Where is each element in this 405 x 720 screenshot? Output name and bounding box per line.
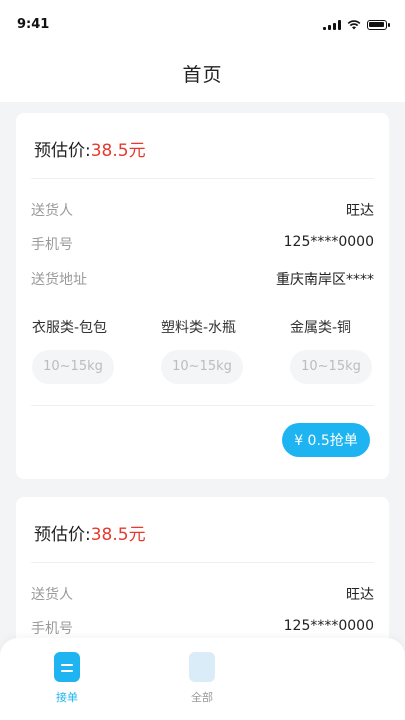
tab-receive-orders[interactable]: 接单 bbox=[27, 652, 107, 705]
tab-label: 全部 bbox=[191, 691, 213, 704]
tab-label: 接单 bbox=[56, 691, 78, 704]
nav-header: 首页 bbox=[0, 44, 405, 102]
category-weight: 10~15kg bbox=[32, 350, 114, 384]
category-item: 塑料类-水瓶 10~15kg bbox=[161, 317, 261, 384]
estimated-price: 预估价:38.5元 bbox=[34, 520, 146, 545]
price-label: 预估价: bbox=[34, 141, 91, 161]
battery-icon bbox=[367, 20, 390, 30]
sender-label: 送货人 bbox=[31, 587, 73, 603]
divider bbox=[31, 405, 374, 406]
phone-value: 125****0000 bbox=[283, 234, 374, 250]
status-bar: 9:41 bbox=[0, 0, 405, 44]
sender-value: 旺达 bbox=[346, 203, 374, 219]
tab-bar: 接单 全部 bbox=[0, 638, 405, 720]
signal-icon bbox=[323, 20, 341, 30]
category-item: 金属类-铜 10~15kg bbox=[290, 317, 390, 384]
category-name: 金属类-铜 bbox=[290, 320, 352, 336]
page-title: 首页 bbox=[182, 63, 223, 86]
clipboard-icon bbox=[54, 652, 80, 682]
phone-label: 手机号 bbox=[31, 621, 73, 637]
list-icon bbox=[189, 652, 215, 682]
status-icons bbox=[323, 20, 390, 30]
phone-row: 手机号 125****0000 bbox=[31, 234, 374, 254]
category-item: 衣服类-包包 10~15kg bbox=[32, 317, 132, 384]
category-name: 塑料类-水瓶 bbox=[161, 320, 237, 336]
grab-order-button[interactable]: ¥ 0.5抢单 bbox=[282, 423, 370, 457]
price-value: 38.5元 bbox=[90, 525, 146, 545]
category-weight: 10~15kg bbox=[161, 350, 243, 384]
address-label: 送货地址 bbox=[31, 272, 87, 288]
order-card[interactable]: 预估价:38.5元 送货人 旺达 手机号 125****0000 送货地址 重庆… bbox=[16, 113, 389, 479]
divider bbox=[31, 178, 374, 179]
wifi-icon bbox=[347, 20, 361, 30]
sender-row: 送货人 旺达 bbox=[31, 200, 374, 220]
price-value: 38.5元 bbox=[90, 141, 146, 161]
sender-row: 送货人 旺达 bbox=[31, 584, 374, 604]
status-time: 9:41 bbox=[17, 17, 50, 32]
phone-row: 手机号 125****0000 bbox=[31, 618, 374, 638]
estimated-price: 预估价:38.5元 bbox=[34, 136, 146, 161]
divider bbox=[31, 562, 374, 563]
address-row: 送货地址 重庆南岸区**** bbox=[31, 269, 374, 289]
phone-value: 125****0000 bbox=[283, 618, 374, 634]
sender-label: 送货人 bbox=[31, 203, 73, 219]
address-value: 重庆南岸区**** bbox=[276, 272, 374, 288]
price-label: 预估价: bbox=[34, 525, 91, 545]
category-name: 衣服类-包包 bbox=[32, 320, 108, 336]
phone-label: 手机号 bbox=[31, 237, 73, 253]
tab-all[interactable]: 全部 bbox=[162, 652, 242, 705]
category-weight: 10~15kg bbox=[290, 350, 372, 384]
sender-value: 旺达 bbox=[346, 587, 374, 603]
